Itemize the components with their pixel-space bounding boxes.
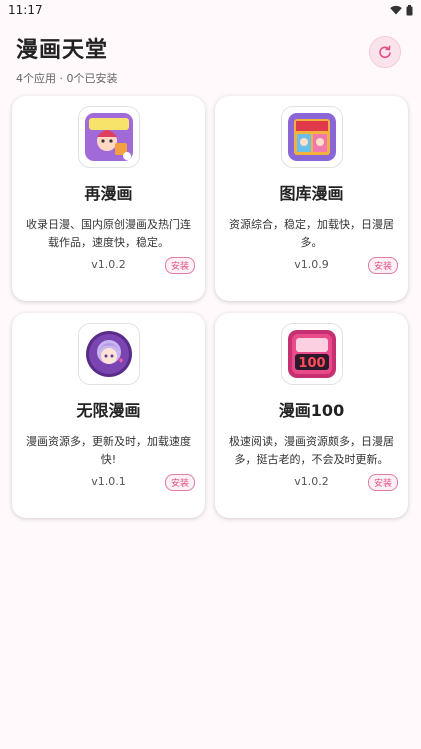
app-icon: [85, 331, 132, 377]
app-description: 极速阅读，漫画资源颇多，日漫居多，挺古老的，不会及时更新。: [229, 435, 394, 466]
status-bar: 11:17: [0, 0, 421, 20]
wifi-icon: [390, 5, 402, 15]
install-button[interactable]: 安装: [367, 474, 398, 491]
app-description: 资源综合，稳定，加载快，日漫居多。: [229, 218, 394, 249]
app-icon-text: 100: [298, 356, 325, 371]
app-description: 收录日漫、国内原创漫画及热门连载作品，速度快，稳定。: [26, 218, 191, 249]
status-time: 11:17: [8, 3, 43, 17]
app-icon-frame: [280, 106, 343, 168]
app-name: 无限漫画: [76, 401, 141, 420]
status-icons: [390, 4, 413, 16]
app-description: 漫画资源多，更新及时，加载速度快!: [26, 435, 191, 466]
refresh-icon: [379, 45, 391, 59]
app-name: 再漫画: [84, 184, 133, 203]
app-card[interactable]: 无限漫画 漫画资源多，更新及时，加载速度快! v1.0.1 安装: [12, 313, 205, 518]
app-card[interactable]: 图库漫画 资源综合，稳定，加载快，日漫居多。 v1.0.9 安装: [215, 96, 408, 301]
install-button[interactable]: 安装: [164, 257, 195, 274]
app-icon: 100: [287, 330, 336, 378]
app-icon: [84, 113, 133, 161]
app-icon: [287, 113, 336, 161]
app-name: 图库漫画: [279, 184, 344, 203]
battery-icon: [406, 4, 413, 15]
app-icon-frame: [77, 106, 140, 168]
card-footer: v1.0.9 安装: [215, 257, 408, 274]
app-icon-frame: [77, 323, 140, 385]
card-footer: v1.0.2 安装: [215, 474, 408, 491]
app-card[interactable]: 再漫画 收录日漫、国内原创漫画及热门连载作品，速度快，稳定。 v1.0.2 安装: [12, 96, 205, 301]
app-header: 漫画天堂 4个应用 · 0个已安装: [0, 20, 421, 88]
card-footer: v1.0.2 安装: [12, 257, 205, 274]
app-grid: 再漫画 收录日漫、国内原创漫画及热门连载作品，速度快，稳定。 v1.0.2 安装…: [0, 96, 421, 518]
install-button[interactable]: 安装: [164, 474, 195, 491]
page-title: 漫画天堂: [16, 38, 109, 63]
install-button[interactable]: 安装: [367, 257, 398, 274]
app-name: 漫画100: [278, 401, 345, 420]
refresh-button[interactable]: [369, 36, 401, 68]
app-card[interactable]: 100 漫画100 极速阅读，漫画资源颇多，日漫居多，挺古老的，不会及时更新。 …: [215, 313, 408, 518]
app-icon-frame: 100: [280, 323, 343, 385]
app-count-summary: 4个应用 · 0个已安装: [16, 72, 118, 85]
card-footer: v1.0.1 安装: [12, 474, 205, 491]
